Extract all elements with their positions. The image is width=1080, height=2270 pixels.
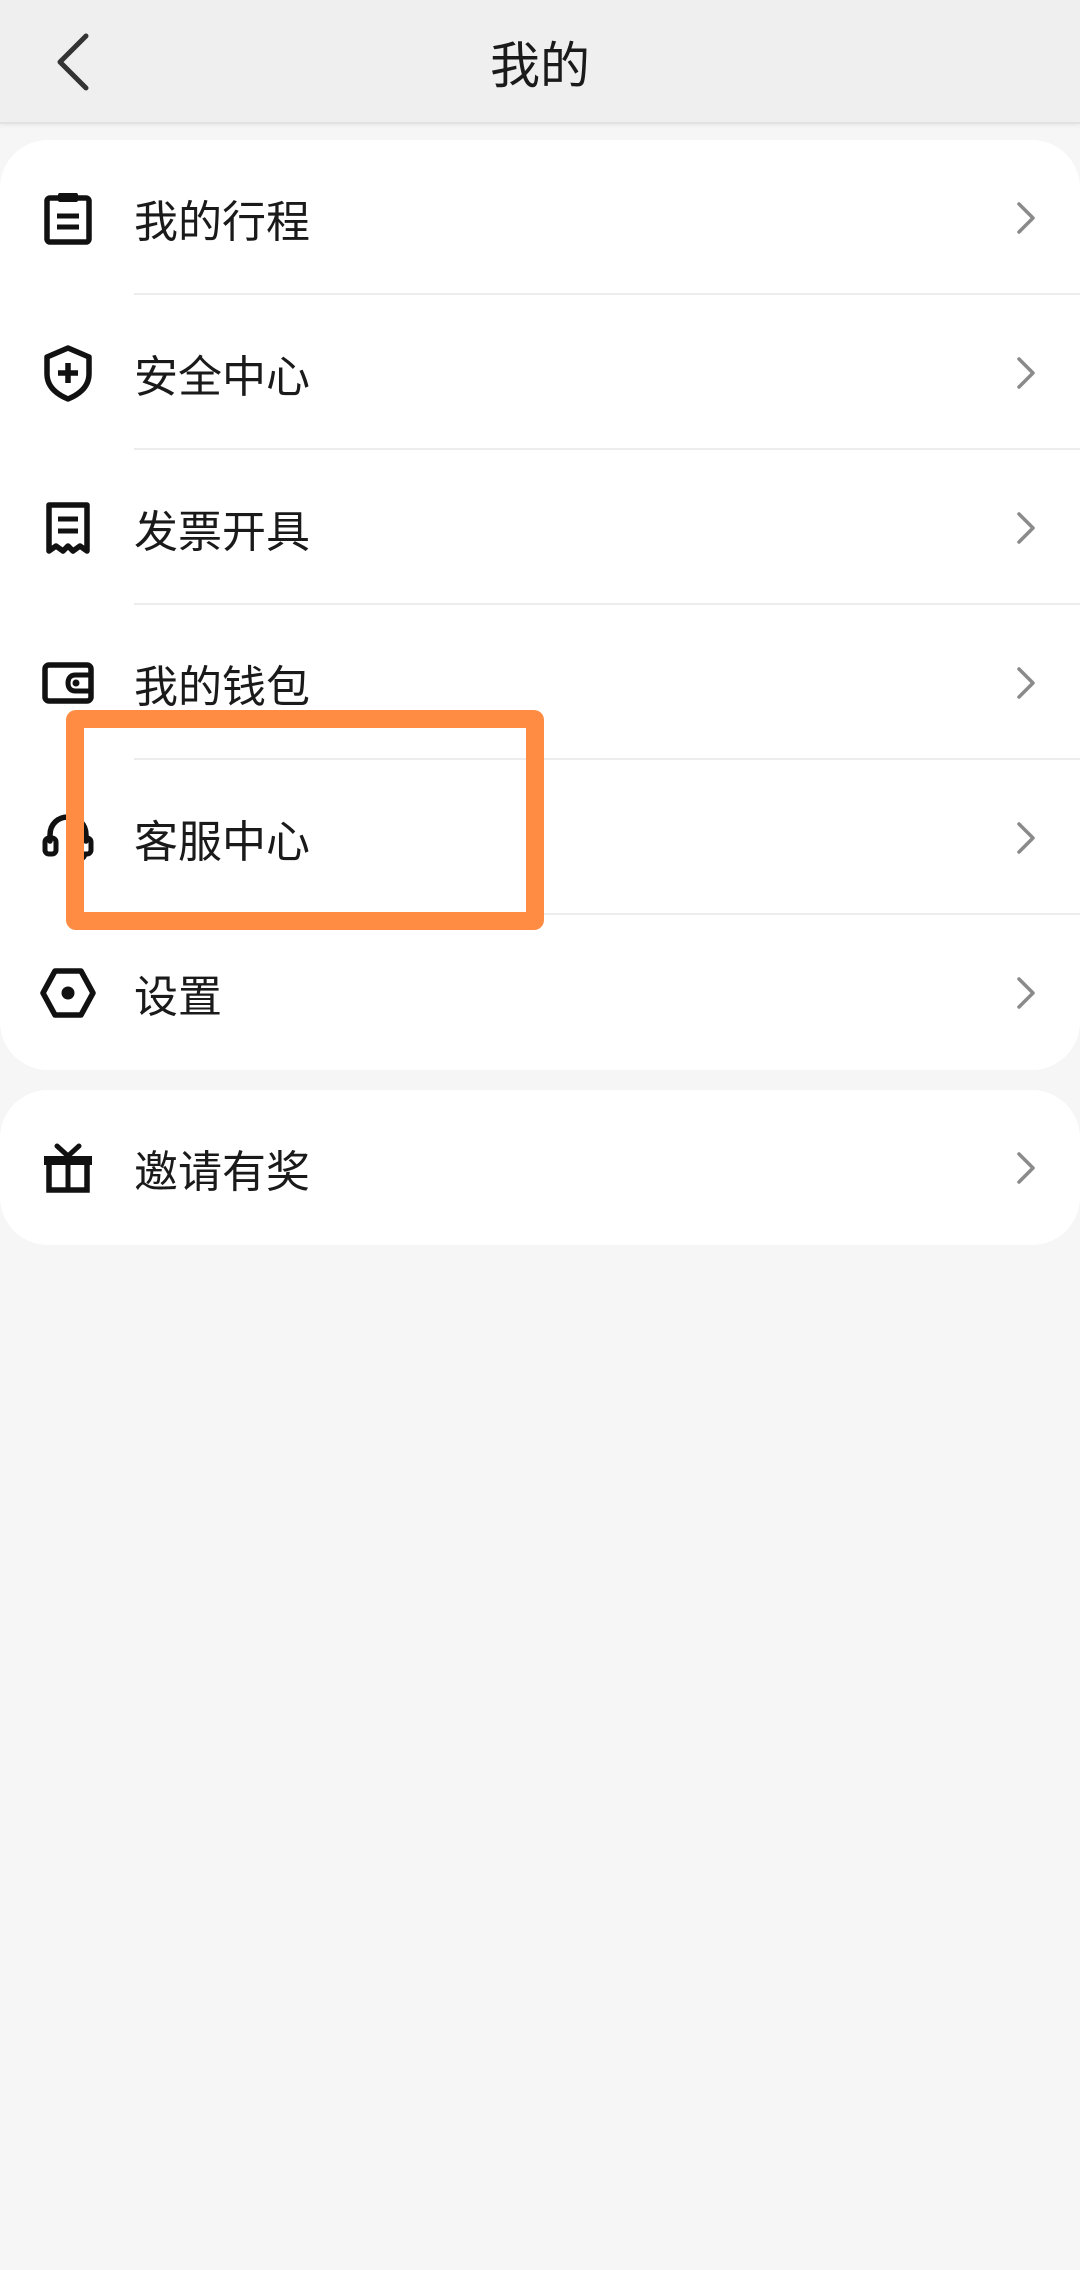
- menu-item-invoice[interactable]: 发票开具: [0, 450, 1080, 605]
- menu-item-safety[interactable]: 安全中心: [0, 295, 1080, 450]
- menu-item-label: 客服中心: [134, 816, 310, 868]
- page-title: 我的: [490, 37, 590, 95]
- menu-item-label: 设置: [134, 971, 222, 1023]
- menu-item-label: 我的行程: [134, 196, 310, 248]
- menu-item-trips[interactable]: 我的行程: [0, 140, 1080, 295]
- clipboard-icon: [38, 188, 98, 248]
- menu-item-label: 安全中心: [134, 351, 310, 403]
- chevron-right-icon: [1006, 508, 1046, 548]
- chevron-right-icon: [1006, 353, 1046, 393]
- headset-icon: [38, 808, 98, 868]
- shield-plus-icon: [38, 343, 98, 403]
- menu-item-settings[interactable]: 设置: [0, 915, 1080, 1070]
- invite-card: 邀请有奖: [0, 1090, 1080, 1245]
- menu-item-invite[interactable]: 邀请有奖: [0, 1090, 1080, 1245]
- gift-icon: [38, 1138, 98, 1198]
- chevron-right-icon: [1006, 663, 1046, 703]
- chevron-right-icon: [1006, 198, 1046, 238]
- menu-item-service[interactable]: 客服中心: [0, 760, 1080, 915]
- chevron-right-icon: [1006, 973, 1046, 1013]
- menu-item-label: 我的钱包: [134, 661, 310, 713]
- chevron-right-icon: [1006, 818, 1046, 858]
- top-bar: 我的: [0, 0, 1080, 124]
- chevron-right-icon: [1006, 1148, 1046, 1188]
- hex-nut-icon: [38, 963, 98, 1023]
- menu-card: 我的行程 安全中心 发票开具 我的钱包 客服中心 设置: [0, 140, 1080, 1070]
- menu-item-wallet[interactable]: 我的钱包: [0, 605, 1080, 760]
- wallet-icon: [38, 653, 98, 713]
- menu-item-label: 邀请有奖: [134, 1146, 310, 1198]
- menu-item-label: 发票开具: [134, 506, 310, 558]
- back-button[interactable]: [24, 12, 124, 112]
- chevron-left-icon: [57, 33, 89, 91]
- receipt-icon: [38, 498, 98, 558]
- page: 我的 我的行程 安全中心 发票开具 我的钱包 客服中心 设置 邀请有奖: [0, 0, 1080, 2270]
